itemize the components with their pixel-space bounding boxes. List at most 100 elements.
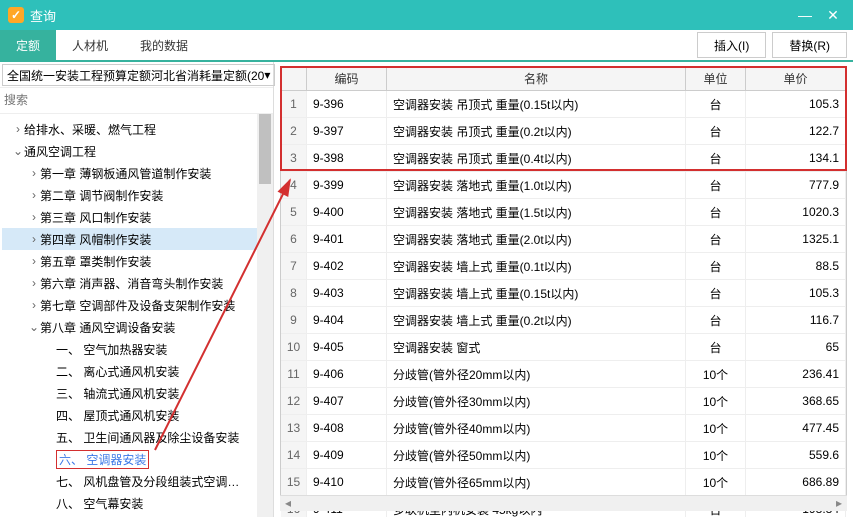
- cell-price[interactable]: 236.41: [746, 361, 846, 387]
- tree-node[interactable]: ›第二章 调节阀制作安装: [2, 184, 271, 206]
- cell-code[interactable]: 9-407: [307, 388, 387, 414]
- scroll-right-icon[interactable]: ▸: [831, 496, 847, 512]
- search-box[interactable]: [0, 88, 273, 114]
- expand-icon[interactable]: ›: [28, 298, 40, 312]
- cell-name[interactable]: 分歧管(管外径40mm以内): [387, 415, 686, 441]
- cell-price[interactable]: 105.3: [746, 91, 846, 117]
- table-row[interactable]: 49-399空调器安装 落地式 重量(1.0t以内)台777.9: [281, 172, 846, 199]
- expand-icon[interactable]: ›: [28, 232, 40, 246]
- minimize-button[interactable]: —: [793, 3, 817, 27]
- cell-price[interactable]: 122.7: [746, 118, 846, 144]
- tab-material[interactable]: 人材机: [56, 30, 124, 60]
- tree-node[interactable]: ›第一章 薄钢板通风管道制作安装: [2, 162, 271, 184]
- expand-icon[interactable]: ›: [12, 122, 24, 136]
- cell-code[interactable]: 9-404: [307, 307, 387, 333]
- cell-unit[interactable]: 台: [686, 199, 746, 225]
- expand-icon[interactable]: ›: [28, 188, 40, 202]
- cell-name[interactable]: 空调器安装 吊顶式 重量(0.2t以内): [387, 118, 686, 144]
- collapse-icon[interactable]: ⌄: [28, 320, 40, 334]
- cell-code[interactable]: 9-410: [307, 469, 387, 495]
- cell-price[interactable]: 559.6: [746, 442, 846, 468]
- tree-node[interactable]: ›给排水、采暖、燃气工程: [2, 118, 271, 140]
- tree-node[interactable]: 八、 空气幕安装: [2, 492, 271, 514]
- expand-icon[interactable]: ›: [28, 210, 40, 224]
- table-row[interactable]: 59-400空调器安装 落地式 重量(1.5t以内)台1020.3: [281, 199, 846, 226]
- cell-unit[interactable]: 10个: [686, 442, 746, 468]
- cell-name[interactable]: 空调器安装 落地式 重量(2.0t以内): [387, 226, 686, 252]
- cell-price[interactable]: 1325.1: [746, 226, 846, 252]
- cell-unit[interactable]: 台: [686, 145, 746, 171]
- collapse-icon[interactable]: ⌄: [12, 144, 24, 158]
- cell-price[interactable]: 65: [746, 334, 846, 360]
- cell-name[interactable]: 空调器安装 窗式: [387, 334, 686, 360]
- table-row[interactable]: 159-410分歧管(管外径65mm以内)10个686.89: [281, 469, 846, 496]
- tree-node[interactable]: 一、 空气加热器安装: [2, 338, 271, 360]
- cell-code[interactable]: 9-398: [307, 145, 387, 171]
- tree-node[interactable]: ›第五章 罩类制作安装: [2, 250, 271, 272]
- cell-code[interactable]: 9-400: [307, 199, 387, 225]
- cell-name[interactable]: 空调器安装 落地式 重量(1.0t以内): [387, 172, 686, 198]
- expand-icon[interactable]: ›: [28, 254, 40, 268]
- cell-unit[interactable]: 10个: [686, 388, 746, 414]
- cell-code[interactable]: 9-403: [307, 280, 387, 306]
- cell-unit[interactable]: 台: [686, 91, 746, 117]
- cell-unit[interactable]: 台: [686, 307, 746, 333]
- table-row[interactable]: 129-407分歧管(管外径30mm以内)10个368.65: [281, 388, 846, 415]
- horizontal-scrollbar[interactable]: ◂ ▸: [280, 495, 847, 511]
- table-row[interactable]: 149-409分歧管(管外径50mm以内)10个559.6: [281, 442, 846, 469]
- close-button[interactable]: ✕: [821, 3, 845, 27]
- tree-node[interactable]: ›第三章 风口制作安装: [2, 206, 271, 228]
- col-price[interactable]: 单价: [746, 67, 846, 90]
- col-name[interactable]: 名称: [387, 67, 686, 90]
- table-row[interactable]: 119-406分歧管(管外径20mm以内)10个236.41: [281, 361, 846, 388]
- cell-price[interactable]: 777.9: [746, 172, 846, 198]
- expand-icon[interactable]: ›: [28, 276, 40, 290]
- cell-name[interactable]: 空调器安装 墙上式 重量(0.1t以内): [387, 253, 686, 279]
- search-input[interactable]: [4, 90, 269, 110]
- replace-button[interactable]: 替换(R): [772, 32, 847, 58]
- tree-node[interactable]: ›第四章 风帽制作安装: [2, 228, 271, 250]
- cell-name[interactable]: 分歧管(管外径20mm以内): [387, 361, 686, 387]
- cell-price[interactable]: 477.45: [746, 415, 846, 441]
- table-row[interactable]: 69-401空调器安装 落地式 重量(2.0t以内)台1325.1: [281, 226, 846, 253]
- tree-node[interactable]: 五、 卫生间通风器及除尘设备安装: [2, 426, 271, 448]
- tree-node[interactable]: 二、 离心式通风机安装: [2, 360, 271, 382]
- tree-node[interactable]: ⌄通风空调工程: [2, 140, 271, 162]
- tree-scrollbar[interactable]: [257, 114, 273, 517]
- cell-unit[interactable]: 台: [686, 118, 746, 144]
- cell-unit[interactable]: 台: [686, 226, 746, 252]
- table-row[interactable]: 99-404空调器安装 墙上式 重量(0.2t以内)台116.7: [281, 307, 846, 334]
- table-row[interactable]: 109-405空调器安装 窗式台65: [281, 334, 846, 361]
- table-row[interactable]: 39-398空调器安装 吊顶式 重量(0.4t以内)台134.1: [281, 145, 846, 172]
- tree-node[interactable]: 七、 风机盘管及分段组装式空调…: [2, 470, 271, 492]
- tree-node[interactable]: ›第六章 消声器、消音弯头制作安装: [2, 272, 271, 294]
- cell-unit[interactable]: 台: [686, 172, 746, 198]
- cell-name[interactable]: 空调器安装 落地式 重量(1.5t以内): [387, 199, 686, 225]
- tab-quota[interactable]: 定额: [0, 30, 56, 60]
- cell-name[interactable]: 分歧管(管外径50mm以内): [387, 442, 686, 468]
- cell-code[interactable]: 9-401: [307, 226, 387, 252]
- cell-price[interactable]: 116.7: [746, 307, 846, 333]
- col-code[interactable]: 编码: [307, 67, 387, 90]
- expand-icon[interactable]: ›: [28, 166, 40, 180]
- tree-node[interactable]: ⌄第八章 通风空调设备安装: [2, 316, 271, 338]
- cell-price[interactable]: 134.1: [746, 145, 846, 171]
- table-row[interactable]: 79-402空调器安装 墙上式 重量(0.1t以内)台88.5: [281, 253, 846, 280]
- cell-unit[interactable]: 10个: [686, 469, 746, 495]
- cell-code[interactable]: 9-409: [307, 442, 387, 468]
- quota-select[interactable]: 全国统一安装工程预算定额河北省消耗量定额(20 ▾: [2, 64, 275, 86]
- cell-name[interactable]: 空调器安装 墙上式 重量(0.2t以内): [387, 307, 686, 333]
- cell-name[interactable]: 分歧管(管外径30mm以内): [387, 388, 686, 414]
- cell-name[interactable]: 空调器安装 墙上式 重量(0.15t以内): [387, 280, 686, 306]
- cell-name[interactable]: 空调器安装 吊顶式 重量(0.15t以内): [387, 91, 686, 117]
- cell-code[interactable]: 9-406: [307, 361, 387, 387]
- cell-price[interactable]: 105.3: [746, 280, 846, 306]
- cell-code[interactable]: 9-408: [307, 415, 387, 441]
- tree-node-highlighted[interactable]: 六、 空调器安装: [2, 448, 271, 470]
- cell-price[interactable]: 1020.3: [746, 199, 846, 225]
- table-row[interactable]: 19-396空调器安装 吊顶式 重量(0.15t以内)台105.3: [281, 91, 846, 118]
- cell-name[interactable]: 分歧管(管外径65mm以内): [387, 469, 686, 495]
- tab-mydata[interactable]: 我的数据: [124, 30, 204, 60]
- scroll-left-icon[interactable]: ◂: [280, 496, 296, 512]
- cell-name[interactable]: 空调器安装 吊顶式 重量(0.4t以内): [387, 145, 686, 171]
